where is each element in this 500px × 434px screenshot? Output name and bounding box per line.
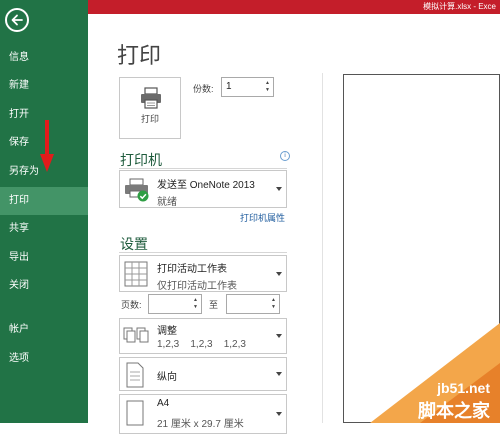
print-scope-dropdown[interactable]: 打印活动工作表 仅打印活动工作表	[119, 255, 287, 292]
sidebar-item-options[interactable]: 选项	[0, 346, 88, 372]
sidebar-item-print[interactable]: 打印	[0, 187, 88, 215]
orientation-dropdown[interactable]: 纵向	[119, 357, 287, 391]
watermark: jb51.net 脚本之家	[362, 380, 494, 423]
watermark-domain: jb51.net	[437, 380, 490, 396]
sidebar-item-new[interactable]: 新建	[0, 73, 88, 99]
backstage-sidebar: 信息 新建 打开 保存 另存为 打印 共享 导出 关闭 帐户 选项	[0, 0, 88, 423]
back-button[interactable]	[5, 8, 29, 32]
pages-from-input[interactable]: ▲ ▼	[148, 294, 202, 314]
portrait-page-icon	[126, 362, 144, 388]
worksheet-icon	[124, 261, 148, 287]
chevron-down-icon	[276, 271, 282, 276]
sidebar-item-share[interactable]: 共享	[0, 216, 88, 242]
red-arrow-annotation	[40, 120, 54, 172]
printer-properties-link[interactable]: 打印机属性	[240, 211, 285, 224]
sidebar-item-close[interactable]: 关闭	[0, 273, 88, 299]
info-icon[interactable]: i	[280, 151, 290, 161]
print-scope-description: 仅打印活动工作表	[157, 281, 237, 292]
printer-name: 发送至 OneNote 2013	[157, 180, 255, 191]
paper-size-value: A4	[157, 398, 170, 409]
chevron-down-icon	[276, 412, 282, 416]
printer-divider	[119, 168, 287, 169]
page-title: 打印	[117, 43, 162, 68]
chevron-down-icon	[276, 334, 282, 338]
printer-ready-icon	[125, 178, 149, 202]
pages-from-spinner[interactable]: ▲ ▼	[193, 297, 199, 311]
collate-dropdown[interactable]: 调整 1,2,3 1,2,3 1,2,3	[119, 318, 287, 354]
print-scope-value: 打印活动工作表	[157, 264, 227, 275]
print-button-label: 打印	[140, 114, 159, 124]
sidebar-item-info[interactable]: 信息	[0, 45, 88, 71]
settings-divider	[119, 252, 287, 253]
paper-size-icon	[126, 400, 144, 426]
printer-section-title: 打印机	[120, 152, 162, 168]
copies-spinner[interactable]: ▲ ▼	[265, 80, 271, 94]
print-button[interactable]: 打印	[119, 77, 181, 139]
pages-label: 页数:	[121, 300, 142, 310]
printer-icon	[141, 87, 161, 109]
back-arrow-icon	[11, 14, 23, 26]
pages-to-label: 至	[209, 300, 219, 310]
collate-value: 调整	[157, 326, 177, 337]
copies-label: 份数:	[193, 84, 214, 94]
orientation-value: 纵向	[157, 372, 177, 383]
window-title: 模拟计算.xlsx - Exce	[423, 2, 496, 11]
pages-to-input[interactable]: ▲ ▼	[226, 294, 280, 314]
watermark-site-name: 脚本之家	[418, 401, 490, 421]
settings-section-title: 设置	[120, 236, 148, 252]
printer-status: 就绪	[157, 197, 177, 208]
title-bar: 模拟计算.xlsx - Exce	[88, 0, 500, 14]
pages-to-spinner[interactable]: ▲ ▼	[271, 297, 277, 311]
copies-input[interactable]: 1 ▲ ▼	[221, 77, 274, 97]
chevron-down-icon	[276, 187, 282, 191]
sidebar-item-account[interactable]: 帐户	[0, 317, 88, 343]
sidebar-item-export[interactable]: 导出	[0, 245, 88, 271]
chevron-down-icon	[276, 372, 282, 376]
paper-size-dropdown[interactable]: A4 21 厘米 x 29.7 厘米	[119, 394, 287, 434]
collate-description: 1,2,3 1,2,3 1,2,3	[157, 339, 246, 350]
collate-icon	[123, 327, 149, 343]
copies-value: 1	[226, 81, 232, 92]
printer-dropdown[interactable]: 发送至 OneNote 2013 就绪	[119, 170, 287, 208]
